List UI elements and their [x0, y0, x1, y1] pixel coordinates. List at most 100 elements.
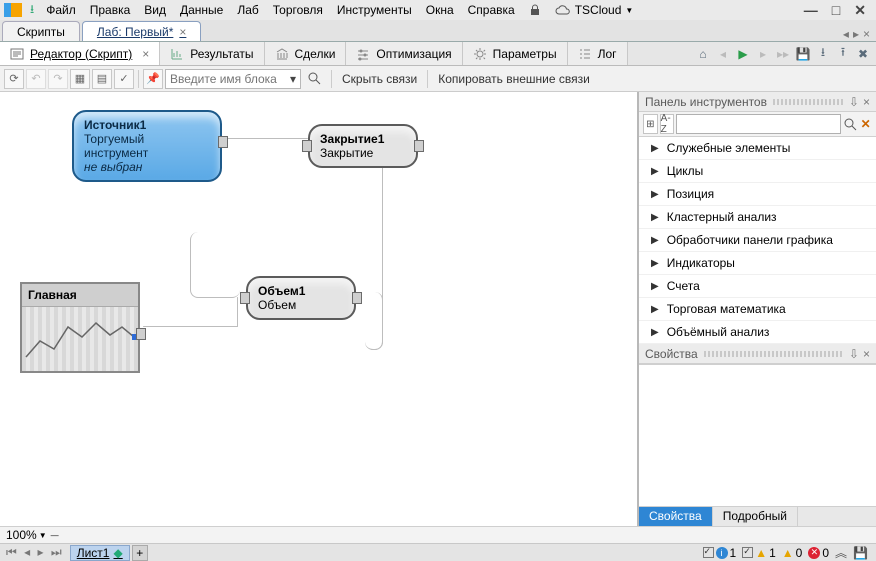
- zoom-slider-icon[interactable]: —: [51, 531, 59, 540]
- category-item[interactable]: ▶Циклы: [639, 160, 876, 183]
- node-close[interactable]: Закрытие1 Закрытие: [308, 124, 418, 168]
- port-in-icon[interactable]: [302, 140, 312, 152]
- port-out-icon[interactable]: [218, 136, 228, 148]
- port-out-icon[interactable]: [414, 140, 424, 152]
- menu-file[interactable]: Файл: [40, 1, 82, 19]
- block-name-combo[interactable]: ▾: [165, 69, 301, 89]
- first-sheet-icon[interactable]: ⏮: [4, 545, 19, 559]
- step-back-icon[interactable]: ◂: [714, 45, 732, 63]
- minimize-button[interactable]: —: [798, 2, 824, 18]
- category-item[interactable]: ▶Служебные элементы: [639, 137, 876, 160]
- last-sheet-icon[interactable]: ⏭: [49, 545, 64, 559]
- menu-tools[interactable]: Инструменты: [331, 1, 418, 19]
- ribbon-editor[interactable]: Редактор (Скрипт) ×: [0, 42, 160, 65]
- category-item[interactable]: ▶Торговая математика: [639, 298, 876, 321]
- search-icon[interactable]: [307, 71, 323, 87]
- tab-lab[interactable]: Лаб: Первый* ×: [82, 21, 201, 41]
- category-item[interactable]: ▶Обработчики панели графика: [639, 229, 876, 252]
- category-item[interactable]: ▶Объёмный анализ: [639, 321, 876, 344]
- close-icon[interactable]: ×: [142, 47, 149, 61]
- ribbon-params[interactable]: Параметры: [463, 42, 568, 65]
- pin-icon[interactable]: ⇩: [849, 347, 859, 361]
- category-item[interactable]: ▶Счета: [639, 275, 876, 298]
- status-warn1[interactable]: ▲1: [742, 546, 776, 560]
- wrench-icon[interactable]: ✖: [854, 45, 872, 63]
- menu-help[interactable]: Справка: [462, 1, 521, 19]
- download-icon[interactable]: ⭳: [814, 45, 832, 63]
- script-icon: [10, 47, 24, 61]
- node-source[interactable]: Источник1 Торгуемый инструмент не выбран: [72, 110, 222, 182]
- menu-lab[interactable]: Лаб: [231, 1, 264, 19]
- home-icon[interactable]: ⌂: [694, 45, 712, 63]
- refresh-button[interactable]: ⟳: [4, 69, 24, 89]
- add-sheet-button[interactable]: +: [132, 545, 148, 561]
- port-in-icon[interactable]: [240, 292, 250, 304]
- toolbox-search-input[interactable]: [676, 114, 841, 134]
- ribbon-log[interactable]: Лог: [568, 42, 628, 65]
- category-item[interactable]: ▶Кластерный анализ: [639, 206, 876, 229]
- check-button[interactable]: ✓: [114, 69, 134, 89]
- menu-view[interactable]: Вид: [138, 1, 172, 19]
- save-disk-icon[interactable]: 💾: [794, 45, 812, 63]
- tab-detailed[interactable]: Подробный: [713, 507, 798, 526]
- skip-end-icon[interactable]: ▸▸: [774, 45, 792, 63]
- grid-button[interactable]: ▦: [70, 69, 90, 89]
- collapse-up-icon[interactable]: ︽: [835, 544, 847, 561]
- save-icon[interactable]: ⭳: [26, 0, 38, 21]
- category-item[interactable]: ▶Индикаторы: [639, 252, 876, 275]
- save-disk-icon[interactable]: 💾: [853, 546, 868, 560]
- cloud-menu[interactable]: TSCloud ▼: [549, 3, 640, 17]
- pin-icon[interactable]: ⇩: [849, 95, 859, 109]
- tab-close-all-icon[interactable]: ×: [863, 27, 870, 41]
- block-name-input[interactable]: [166, 72, 286, 86]
- node-volume[interactable]: Объем1 Объем: [246, 276, 356, 320]
- play-icon[interactable]: ▶: [734, 45, 752, 63]
- prev-sheet-icon[interactable]: ◂: [22, 545, 32, 559]
- close-icon[interactable]: ×: [863, 347, 870, 361]
- menu-edit[interactable]: Правка: [84, 1, 137, 19]
- next-sheet-icon[interactable]: ▸: [36, 545, 46, 559]
- zoom-level[interactable]: 100%: [6, 528, 37, 542]
- diagram-canvas[interactable]: Источник1 Торгуемый инструмент не выбран…: [0, 92, 639, 526]
- align-button[interactable]: ▤: [92, 69, 112, 89]
- category-item[interactable]: ▶Позиция: [639, 183, 876, 206]
- status-warn2[interactable]: ▲0: [782, 546, 803, 560]
- side-panel: Панель инструментов ⇩ × ⊞ A-Z ✕ ▶Служебн…: [639, 92, 876, 526]
- menu-trade[interactable]: Торговля: [267, 1, 329, 19]
- menu-data[interactable]: Данные: [174, 1, 229, 19]
- sheet-tab[interactable]: Лист1 ◆: [70, 545, 130, 561]
- tab-properties[interactable]: Свойства: [639, 507, 713, 526]
- ribbon-toolbar: ⌂ ◂ ▶ ▸ ▸▸ 💾 ⭳ ⭱ ✖: [690, 42, 876, 65]
- close-icon[interactable]: ×: [179, 25, 186, 39]
- ribbon-optimization[interactable]: Оптимизация: [346, 42, 462, 65]
- port-out-icon[interactable]: [136, 328, 146, 340]
- clear-icon[interactable]: ✕: [859, 115, 872, 133]
- search-icon[interactable]: [843, 115, 857, 133]
- maximize-button[interactable]: □: [826, 2, 846, 18]
- hide-links-button[interactable]: Скрыть связи: [336, 72, 423, 86]
- sheet-bar: ⏮ ◂ ▸ ⏭ Лист1 ◆ + i1 ▲1 ▲0 ✕0 ︽ 💾: [0, 543, 876, 561]
- close-button[interactable]: ✕: [848, 2, 872, 19]
- ribbon-deals[interactable]: Сделки: [265, 42, 347, 65]
- chart-panel[interactable]: Главная: [20, 282, 140, 373]
- sort-az-button[interactable]: A-Z: [660, 114, 675, 134]
- port-out-icon[interactable]: [352, 292, 362, 304]
- properties-body: [639, 364, 876, 506]
- chevron-down-icon[interactable]: ▼: [39, 531, 47, 540]
- tab-next-icon[interactable]: ▸: [853, 27, 859, 41]
- ribbon-results[interactable]: Результаты: [160, 42, 264, 65]
- tab-scripts[interactable]: Скрипты: [2, 21, 80, 41]
- tab-prev-icon[interactable]: ◂: [843, 27, 849, 41]
- undo-button[interactable]: ↶: [26, 69, 46, 89]
- close-icon[interactable]: ×: [863, 95, 870, 109]
- redo-button[interactable]: ↷: [48, 69, 68, 89]
- status-info[interactable]: i1: [703, 546, 737, 560]
- step-fwd-icon[interactable]: ▸: [754, 45, 772, 63]
- menu-windows[interactable]: Окна: [420, 1, 460, 19]
- status-error[interactable]: ✕0: [808, 546, 829, 560]
- upload-icon[interactable]: ⭱: [834, 45, 852, 63]
- pin-button[interactable]: 📌: [143, 69, 163, 89]
- copy-ext-links-button[interactable]: Копировать внешние связи: [432, 72, 596, 86]
- chevron-down-icon[interactable]: ▾: [286, 72, 300, 86]
- tree-expand-icon[interactable]: ⊞: [643, 114, 658, 134]
